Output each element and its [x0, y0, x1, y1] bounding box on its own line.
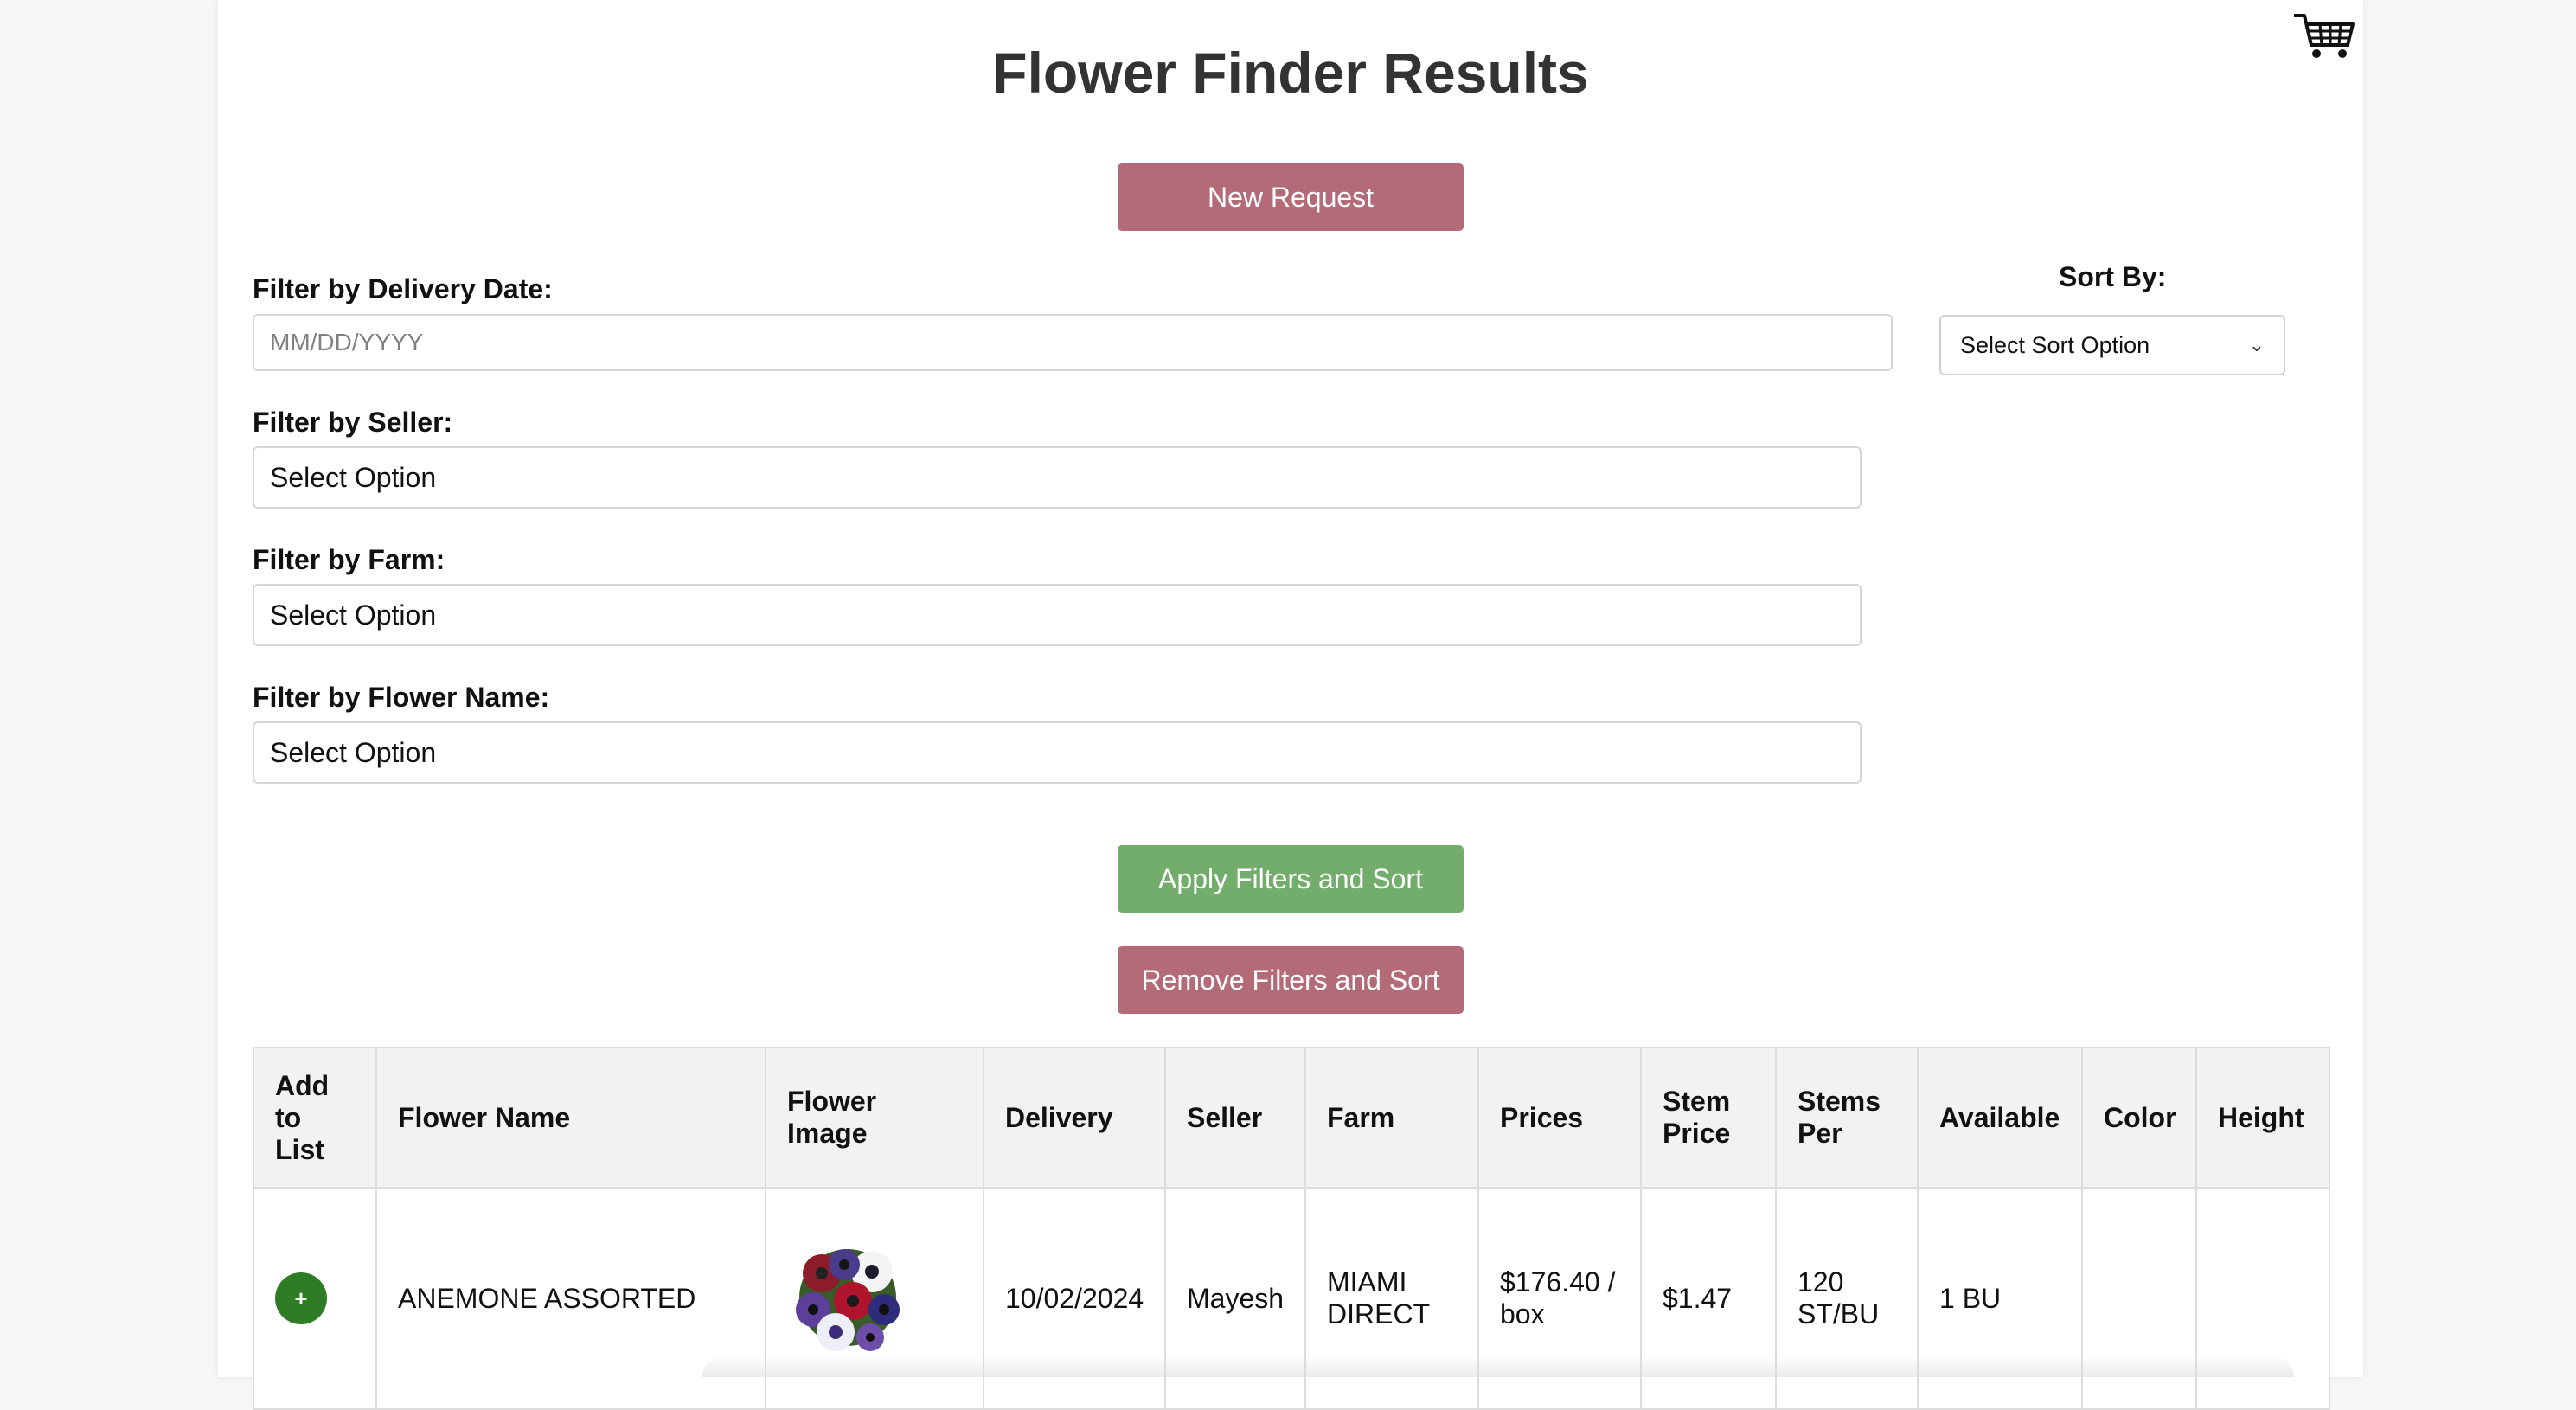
- seller-filter-label: Filter by Seller:: [253, 407, 453, 438]
- header-delivery: Delivery: [983, 1047, 1166, 1189]
- header-seller: Seller: [1164, 1047, 1306, 1189]
- delivery-date-label: Filter by Delivery Date:: [253, 273, 553, 304]
- anemone-bouquet-image: [796, 1249, 900, 1351]
- header-available: Available: [1917, 1047, 2083, 1189]
- farm-filter-label: Filter by Farm:: [253, 544, 445, 575]
- add-to-list-button[interactable]: +: [275, 1272, 327, 1324]
- sort-select[interactable]: Select Sort Option ⌄: [1939, 315, 2285, 375]
- page-title: Flower Finder Results: [992, 41, 1589, 105]
- main-container: Flower Finder Results New Request Filter…: [218, 0, 2363, 1410]
- seller-filter-select[interactable]: Select Option: [253, 446, 1862, 509]
- farm-filter-select[interactable]: Select Option: [253, 584, 1862, 646]
- sort-by-label: Sort By:: [2059, 261, 2167, 292]
- chevron-down-icon: ⌄: [2248, 334, 2265, 356]
- header-farm: Farm: [1304, 1047, 1479, 1189]
- remove-filters-button[interactable]: Remove Filters and Sort: [1118, 946, 1464, 1014]
- bottom-shadow: [702, 1356, 2294, 1377]
- header-color: Color: [2081, 1047, 2197, 1189]
- header-height: Height: [2195, 1047, 2330, 1189]
- flower-name-filter-label: Filter by Flower Name:: [253, 682, 550, 713]
- sort-select-value: Select Sort Option: [1960, 331, 2150, 358]
- add-cell: +: [253, 1187, 377, 1410]
- header-stem-price: Stem Price: [1640, 1047, 1777, 1189]
- apply-filters-button[interactable]: Apply Filters and Sort: [1118, 845, 1464, 913]
- header-stems-per: Stems Per: [1775, 1047, 1919, 1189]
- header-flower-name: Flower Name: [375, 1047, 766, 1189]
- table-header-row: Add to List Flower Name Flower Image Del…: [253, 1047, 2330, 1189]
- header-prices: Prices: [1477, 1047, 1642, 1189]
- header-flower-image: Flower Image: [765, 1047, 984, 1189]
- header-add-to-list: Add to List: [253, 1047, 377, 1189]
- results-table: Add to List Flower Name Flower Image Del…: [253, 1047, 2330, 1410]
- delivery-date-input[interactable]: MM/DD/YYYY: [253, 314, 1893, 371]
- flower-name-filter-select[interactable]: Select Option: [253, 721, 1862, 784]
- new-request-button[interactable]: New Request: [1118, 163, 1464, 231]
